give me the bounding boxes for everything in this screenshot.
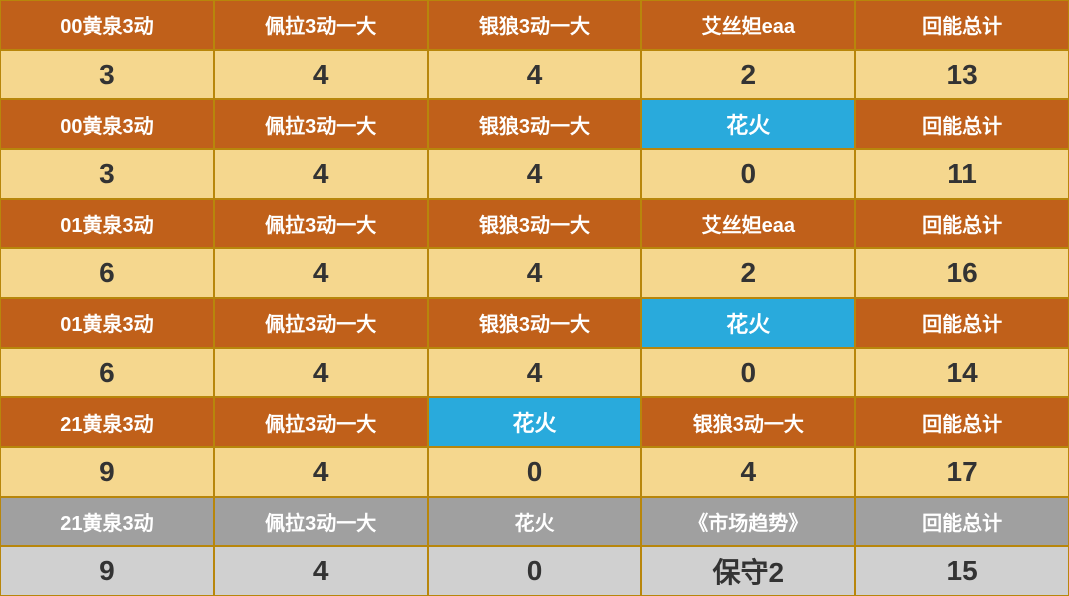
table-cell: 花火 bbox=[428, 497, 642, 547]
table-cell: 21黄泉3动 bbox=[0, 497, 214, 547]
table-row: 344213 bbox=[0, 50, 1069, 100]
table-cell: 4 bbox=[641, 447, 855, 497]
table-cell: 回能总计 bbox=[855, 298, 1069, 348]
table-row: 344011 bbox=[0, 149, 1069, 199]
table-cell: 4 bbox=[214, 248, 428, 298]
table-cell: 佩拉3动一大 bbox=[214, 199, 428, 249]
table-cell: 15 bbox=[855, 546, 1069, 596]
table-cell: 0 bbox=[428, 546, 642, 596]
table-cell: 01黄泉3动 bbox=[0, 298, 214, 348]
table-cell: 4 bbox=[428, 248, 642, 298]
table-cell: 艾丝妲eaa bbox=[641, 0, 855, 50]
table-row: 940417 bbox=[0, 447, 1069, 497]
table-cell: 16 bbox=[855, 248, 1069, 298]
table-cell: 回能总计 bbox=[855, 0, 1069, 50]
table-cell: 2 bbox=[641, 50, 855, 100]
table-cell: 4 bbox=[428, 50, 642, 100]
table-cell: 6 bbox=[0, 348, 214, 398]
table-cell: 11 bbox=[855, 149, 1069, 199]
table-cell: 00黄泉3动 bbox=[0, 99, 214, 149]
table-cell: 佩拉3动一大 bbox=[214, 99, 428, 149]
table-row: 01黄泉3动佩拉3动一大银狼3动一大花火回能总计 bbox=[0, 298, 1069, 348]
table-cell: 银狼3动一大 bbox=[428, 0, 642, 50]
table-cell: 14 bbox=[855, 348, 1069, 398]
table-cell: 4 bbox=[214, 348, 428, 398]
table-row: 01黄泉3动佩拉3动一大银狼3动一大艾丝妲eaa回能总计 bbox=[0, 199, 1069, 249]
table-cell: 《市场趋势》 bbox=[641, 497, 855, 547]
table-cell: 花火 bbox=[641, 99, 855, 149]
table-cell: 6 bbox=[0, 248, 214, 298]
table-cell: 银狼3动一大 bbox=[428, 99, 642, 149]
table-cell: 佩拉3动一大 bbox=[214, 298, 428, 348]
table-cell: 2 bbox=[641, 248, 855, 298]
table-cell: 17 bbox=[855, 447, 1069, 497]
table-cell: 0 bbox=[641, 149, 855, 199]
table-cell: 4 bbox=[214, 546, 428, 596]
table-row: 21黄泉3动佩拉3动一大花火《市场趋势》回能总计 bbox=[0, 497, 1069, 547]
table-cell: 9 bbox=[0, 546, 214, 596]
table-cell: 花火 bbox=[641, 298, 855, 348]
table-row: 00黄泉3动佩拉3动一大银狼3动一大花火回能总计 bbox=[0, 99, 1069, 149]
table-cell: 艾丝妲eaa bbox=[641, 199, 855, 249]
table-row: 644216 bbox=[0, 248, 1069, 298]
table-cell: 银狼3动一大 bbox=[641, 397, 855, 447]
table-cell: 保守2 bbox=[641, 546, 855, 596]
table-row: 21黄泉3动佩拉3动一大花火银狼3动一大回能总计 bbox=[0, 397, 1069, 447]
table-cell: 0 bbox=[428, 447, 642, 497]
table-cell: 银狼3动一大 bbox=[428, 199, 642, 249]
table-cell: 4 bbox=[214, 50, 428, 100]
table-cell: 银狼3动一大 bbox=[428, 298, 642, 348]
table-cell: 4 bbox=[214, 149, 428, 199]
table-cell: 佩拉3动一大 bbox=[214, 0, 428, 50]
table-cell: 3 bbox=[0, 149, 214, 199]
table-cell: 佩拉3动一大 bbox=[214, 497, 428, 547]
table-cell: 13 bbox=[855, 50, 1069, 100]
table-cell: 01黄泉3动 bbox=[0, 199, 214, 249]
table-cell: 4 bbox=[428, 348, 642, 398]
main-table: 00黄泉3动佩拉3动一大银狼3动一大艾丝妲eaa回能总计34421300黄泉3动… bbox=[0, 0, 1069, 596]
table-cell: 回能总计 bbox=[855, 397, 1069, 447]
table-cell: 佩拉3动一大 bbox=[214, 397, 428, 447]
table-cell: 4 bbox=[214, 447, 428, 497]
table-cell: 9 bbox=[0, 447, 214, 497]
table-row: 940保守215 bbox=[0, 546, 1069, 596]
table-cell: 00黄泉3动 bbox=[0, 0, 214, 50]
table-cell: 花火 bbox=[428, 397, 642, 447]
table-cell: 3 bbox=[0, 50, 214, 100]
table-cell: 4 bbox=[428, 149, 642, 199]
table-row: 00黄泉3动佩拉3动一大银狼3动一大艾丝妲eaa回能总计 bbox=[0, 0, 1069, 50]
table-cell: 回能总计 bbox=[855, 497, 1069, 547]
table-cell: 0 bbox=[641, 348, 855, 398]
table-cell: 回能总计 bbox=[855, 99, 1069, 149]
table-cell: 21黄泉3动 bbox=[0, 397, 214, 447]
table-row: 644014 bbox=[0, 348, 1069, 398]
table-cell: 回能总计 bbox=[855, 199, 1069, 249]
